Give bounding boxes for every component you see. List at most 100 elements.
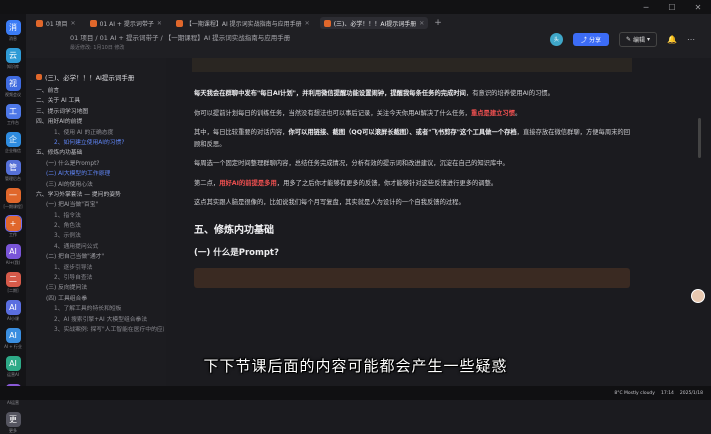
toc-item[interactable]: 五、修炼内功基础: [36, 148, 164, 158]
toc-item[interactable]: 六、学习外掌套法 — 提问的姿势: [36, 190, 164, 200]
paragraph: 每天我会在群聊中发布"每日AI计划"，并利用微信提醒功能设置闹钟，提醒我每条任务…: [194, 88, 630, 100]
rail-item-3[interactable]: 工工作台: [0, 104, 26, 126]
toc-item[interactable]: 1、逐步引导法: [36, 263, 164, 273]
toc-item[interactable]: 1、使用 AI 的正确态度: [36, 128, 164, 138]
rail-item-11[interactable]: AI AI + 行业: [0, 328, 26, 350]
rail-item-14[interactable]: 更更多: [0, 412, 26, 434]
app-icon: +: [4, 215, 22, 232]
toc-item[interactable]: 四、用好AI的前提: [36, 117, 164, 127]
app-icon: 消: [5, 20, 21, 35]
app-icon: 二: [5, 272, 21, 287]
toc-item[interactable]: 1、指令法: [36, 211, 164, 221]
toc-item[interactable]: 2、引导自查法: [36, 273, 164, 283]
rail-item-10[interactable]: AI AI小课: [0, 300, 26, 322]
outline-panel: (三)、必学！！！AI提示词手册 一、前言 二、关于 AI 工具 三、提示词学习地图…: [26, 58, 167, 386]
video-subtitle: 下下节课后面的内容可能都会产生一些疑惑: [203, 357, 508, 375]
callout-block: [194, 267, 630, 288]
avatar[interactable]: 头: [549, 33, 563, 46]
rail-item-9[interactable]: 二 [二期]: [0, 272, 26, 294]
rail-item-6[interactable]: 一 [一期课程]: [0, 188, 26, 210]
tab-3[interactable]: (三)、必学！！！AI提示词手册 ✕: [319, 17, 429, 29]
toc-item[interactable]: 1、了解工具的特长和短板: [36, 304, 164, 314]
app-icon: AI: [5, 244, 21, 259]
paragraph-text: 你可以提前计划每日的训练任务，当然没有想法也可以事后记录，关注今天你用AI解决了…: [194, 109, 471, 117]
rail-label: 更多: [9, 428, 17, 433]
toc-item[interactable]: 二、关于 AI 工具: [36, 96, 164, 106]
app-icon: 更: [5, 412, 21, 427]
top-bar: 01 项目 ✕ 01 AI + 提示词带子 ✕ 【一期课程】AI 提示词实战指南与应用手…: [26, 14, 711, 59]
rail-item-2[interactable]: 视视频会议: [0, 76, 26, 98]
outline-title[interactable]: (三)、必学！！！AI提示词手册: [36, 72, 134, 82]
app-icon: 视: [5, 76, 21, 91]
rail-label: AI + 行业: [4, 344, 22, 349]
tab-label: 01 项目: [46, 20, 68, 28]
toc-item[interactable]: (三) AI的使用心法: [36, 180, 164, 190]
toc-item[interactable]: (一) 什么是Prompt?: [36, 159, 164, 169]
toc-item[interactable]: (三) 反向提问法: [36, 283, 164, 293]
image-block: [192, 58, 632, 72]
tab-close-icon[interactable]: ✕: [71, 20, 76, 27]
rail-label: 知识库: [7, 64, 19, 69]
clock-time: 17:14: [660, 390, 674, 396]
paragraph-text: ，用多了之后你才能够有更多的反馈，你才能够针对这些反馈进行更多的调整。: [276, 179, 498, 187]
paragraph: 每周选一个固定时间整理群聊内容，总结任务完成情况，分析有效的提示词和改进建议，沉…: [194, 158, 630, 170]
bell-icon[interactable]: 🔔: [667, 35, 677, 44]
toc-item[interactable]: (一) 把AI当做"百宝": [36, 200, 164, 210]
toc-item[interactable]: 2、角色法: [36, 221, 164, 231]
section-heading: 五、修炼内功基础: [194, 224, 274, 236]
tab-close-icon[interactable]: ✕: [157, 20, 162, 27]
doc-icon: [36, 19, 43, 27]
more-icon[interactable]: ⋯: [687, 35, 695, 44]
app-icon: 管: [5, 160, 21, 175]
toc-item[interactable]: (二) AI大模型的工作原理: [36, 169, 164, 179]
toc-item[interactable]: 2、如何建立使用AI的习惯?: [36, 138, 164, 148]
app-icon: 企: [5, 132, 21, 147]
close-icon[interactable]: ✕: [685, 0, 711, 14]
clock-date: 2025/1/18: [679, 390, 703, 396]
edit-button[interactable]: ✎ 编辑 ▾: [618, 32, 658, 47]
tab-close-icon[interactable]: ✕: [419, 20, 424, 27]
share-button[interactable]: ⤴ 分享: [572, 33, 609, 46]
document-body[interactable]: 每天我会在群聊中发布"每日AI计划"，并利用微信提醒功能设置闹钟，提醒我每条任务…: [194, 88, 630, 288]
app-icon: AI: [5, 300, 21, 315]
breadcrumb[interactable]: 01 项目 / 01 AI + 提示词带子 / 【一期课程】AI 提示词实战指南…: [70, 32, 290, 42]
tab-0[interactable]: 01 项目 ✕: [32, 17, 80, 29]
new-tab-icon[interactable]: +: [434, 18, 442, 28]
rail-label: AI小课: [7, 316, 19, 321]
paragraph-text: 你可以用链接、截图（QQ可以滚屏长截图）、或者"飞书剪存"这个工具做一个存档: [288, 129, 517, 136]
scrollbar[interactable]: [698, 118, 701, 158]
right-rail: [687, 58, 711, 386]
rail-item-5[interactable]: 管管理后台: [0, 160, 26, 182]
tab-1[interactable]: 01 AI + 提示词带子 ✕: [86, 17, 166, 29]
rail-item-0[interactable]: 消消息: [0, 20, 26, 42]
minimize-icon[interactable]: ─: [633, 0, 659, 14]
paragraph-text: 每天我会在群聊中发布"每日AI计划"，并利用微信提醒功能设置闹钟，提醒我每条任务…: [194, 90, 466, 97]
sub-heading: (一) 什么是Prompt?: [194, 247, 279, 258]
toc-item[interactable]: 4、通用提问公式: [36, 242, 164, 252]
toc-item[interactable]: (二) 把自己当做"通才": [36, 252, 164, 262]
paragraph: 其中，每日比较重要的对话内容，你可以用链接、截图（QQ可以滚屏长截图）、或者"飞…: [194, 127, 630, 150]
rail-item-8[interactable]: AI AI+(我): [0, 244, 26, 266]
tab-label: 【一期课程】AI 提示词实战指南与应用手册: [185, 20, 302, 28]
tab-label: (三)、必学！！！AI提示词手册: [333, 20, 417, 28]
tab-bar: 01 项目 ✕ 01 AI + 提示词带子 ✕ 【一期课程】AI 提示词实战指南与应用手…: [32, 16, 442, 30]
toc-item[interactable]: 三、提示词学习地图: [36, 107, 164, 117]
rail-item-7[interactable]: + 工作: [0, 215, 26, 238]
collaborator-avatar[interactable]: [691, 289, 705, 303]
app-icon: 一: [5, 188, 21, 203]
rail-item-1[interactable]: 云知识库: [0, 48, 26, 70]
toc-item[interactable]: 2、AI 搜索引擎+AI 大模型组合拳法: [36, 315, 164, 325]
rail-item-4[interactable]: 企企业微信: [0, 132, 26, 154]
toc-item[interactable]: 一、前言: [36, 86, 164, 96]
maximize-icon[interactable]: ☐: [659, 0, 685, 14]
tab-2[interactable]: 【一期课程】AI 提示词实战指南与应用手册 ✕: [172, 17, 314, 29]
paragraph-text: 这点其实跟人脑是很像的，比如说我们每个月写复盘，其实就是人为设计的一个自我反馈的…: [194, 199, 465, 206]
toc-item[interactable]: 3、实战案例: 探写"人工智能在医疗中的应用": [36, 325, 164, 335]
pencil-icon: ✎: [625, 36, 631, 43]
paragraph-text: 。: [515, 109, 522, 117]
tab-close-icon[interactable]: ✕: [305, 20, 310, 27]
toc-item[interactable]: (四) 工具组合拳: [36, 294, 164, 304]
rail-label: 工作台: [7, 120, 19, 125]
doc-icon: [175, 19, 183, 27]
toc-item[interactable]: 3、示例法: [36, 231, 164, 241]
